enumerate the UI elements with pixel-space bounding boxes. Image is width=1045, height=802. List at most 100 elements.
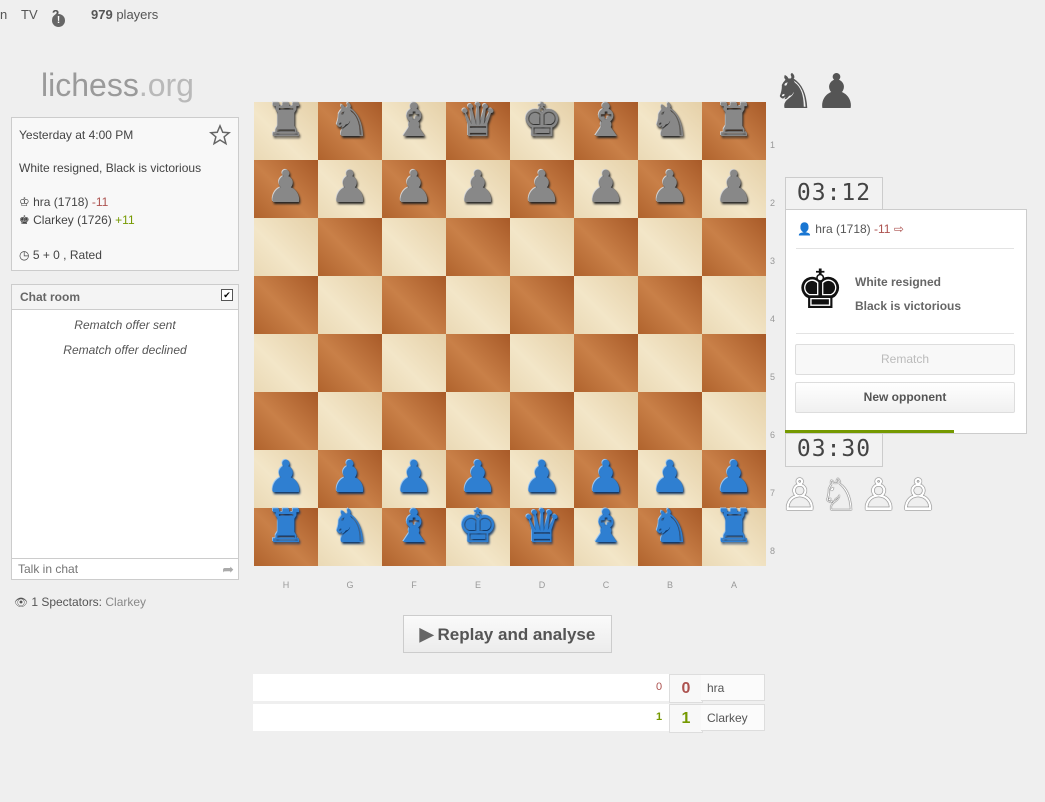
file-label: B [666,580,673,590]
white-queen-piece[interactable]: ♛ [510,500,574,566]
board-square[interactable] [638,276,702,334]
black-pawn-piece[interactable]: ♟ [638,160,702,218]
board-square[interactable] [382,392,446,450]
white-bishop-piece[interactable]: ♝ [574,500,638,566]
panel-player-diff: -11 [874,222,891,236]
panel-player-name[interactable]: hra (1718) [815,222,870,236]
board-square[interactable] [702,334,766,392]
black-bishop-piece[interactable]: ♝ [382,94,446,160]
crosstable-cell [473,674,494,701]
new-opponent-button[interactable]: New opponent [795,382,1015,413]
black-pawn-piece[interactable]: ♟ [382,160,446,218]
chess-board[interactable]: ♜ ♞ ♝ ♛ ♚ ♝ ♞ ♜ ♟ ♟ ♟ ♟ ♟ ♟ ♟ ♟ ♟ ♟ ♟ ♟ ♟ ♟ ♟ ♟ ♜ ♞ ♝ ♚ ♛ ♝ ♞ ♜ [254,94,766,578]
crosstable-game-score[interactable]: 1 [649,704,669,731]
chat-toggle-checkbox[interactable]: ✔ [221,289,233,301]
black-pawn-piece[interactable]: ♟ [318,160,382,218]
crosstable-cell [373,704,394,731]
board-square[interactable] [382,276,446,334]
board-square[interactable] [702,276,766,334]
board-square[interactable] [574,276,638,334]
notifications-button[interactable]: !2 [52,7,65,27]
piece-glyph: ♟ [586,452,626,503]
black-king-piece[interactable]: ♚ [510,94,574,160]
replay-and-analyse-button[interactable]: ▶ Replay and analyse [403,615,612,653]
site-logo[interactable]: lichess.org [41,67,194,104]
result-line-1: White resigned [855,275,942,289]
board-square[interactable] [446,392,510,450]
time-control-line: ◷ 5 + 0 , Rated [19,248,102,262]
crosstable-cell [593,674,614,701]
board-square[interactable] [446,334,510,392]
piece-glyph: ♟ [330,452,370,503]
board-square[interactable] [574,392,638,450]
board-square[interactable] [318,334,382,392]
piece-glyph: ♜ [713,93,755,147]
white-knight-piece[interactable]: ♞ [318,500,382,566]
board-square[interactable] [382,334,446,392]
board-square[interactable] [510,276,574,334]
crosstable-player-name[interactable]: hra [701,674,765,701]
black-rook-piece[interactable]: ♜ [702,94,766,160]
nav-partial-item[interactable]: n [0,7,7,22]
black-pawn-piece[interactable]: ♟ [510,160,574,218]
black-queen-piece[interactable]: ♛ [446,94,510,160]
chat-input[interactable] [16,559,210,579]
white-king-piece[interactable]: ♚ [446,500,510,566]
file-label: C [602,580,610,590]
board-square[interactable] [318,218,382,276]
piece-glyph: ♚ [521,93,563,147]
board-square[interactable] [702,218,766,276]
black-rook-piece[interactable]: ♜ [254,94,318,160]
white-rook-piece[interactable]: ♜ [702,500,766,566]
board-square[interactable] [382,218,446,276]
crosstable-cell [253,704,274,731]
rematch-button[interactable]: Rematch [795,344,1015,375]
black-pawn-piece[interactable]: ♟ [574,160,638,218]
board-square[interactable] [702,392,766,450]
white-knight-piece[interactable]: ♞ [638,500,702,566]
white-rating-diff: -11 [91,195,109,209]
white-rook-piece[interactable]: ♜ [254,500,318,566]
piece-glyph: ♚ [457,499,499,553]
board-square[interactable] [638,392,702,450]
black-king-icon: ♚ [19,213,30,227]
crosstable-row: 0 0 hra [253,674,765,703]
board-square[interactable] [510,392,574,450]
crosstable-game-score[interactable]: 0 [649,674,669,701]
rank-label: 4 [770,314,776,324]
black-pawn-piece[interactable]: ♟ [702,160,766,218]
black-pawn-piece[interactable]: ♟ [254,160,318,218]
board-square[interactable] [574,218,638,276]
black-knight-piece[interactable]: ♞ [638,94,702,160]
board-square[interactable] [638,218,702,276]
board-square[interactable] [510,218,574,276]
board-square[interactable] [254,276,318,334]
exit-icon: ⇨ [893,222,904,236]
board-square[interactable] [446,218,510,276]
black-pawn-piece[interactable]: ♟ [446,160,510,218]
board-square[interactable] [510,334,574,392]
players-online[interactable]: 979 players [91,7,158,22]
star-icon [208,123,232,146]
spectator-name[interactable]: Clarkey [105,595,146,609]
black-player-link[interactable]: Clarkey (1726) [33,213,112,227]
board-square[interactable] [318,392,382,450]
board-square[interactable] [446,276,510,334]
board-square[interactable] [254,218,318,276]
board-square[interactable] [638,334,702,392]
bookmark-button[interactable] [208,123,232,149]
board-square[interactable] [318,276,382,334]
black-knight-piece[interactable]: ♞ [318,94,382,160]
crosstable-cell [293,704,314,731]
board-square[interactable] [574,334,638,392]
board-square[interactable] [254,334,318,392]
white-bishop-piece[interactable]: ♝ [382,500,446,566]
send-icon[interactable]: ➦ [222,561,234,578]
nav-tv-link[interactable]: TV [21,7,38,22]
white-player-link[interactable]: hra (1718) [33,195,88,209]
black-rating-diff: +11 [115,213,135,227]
chat-room: Chat room ✔ Rematch offer sent Rematch o… [11,284,239,580]
crosstable-player-name[interactable]: Clarkey [701,704,765,731]
board-square[interactable] [254,392,318,450]
black-bishop-piece[interactable]: ♝ [574,94,638,160]
